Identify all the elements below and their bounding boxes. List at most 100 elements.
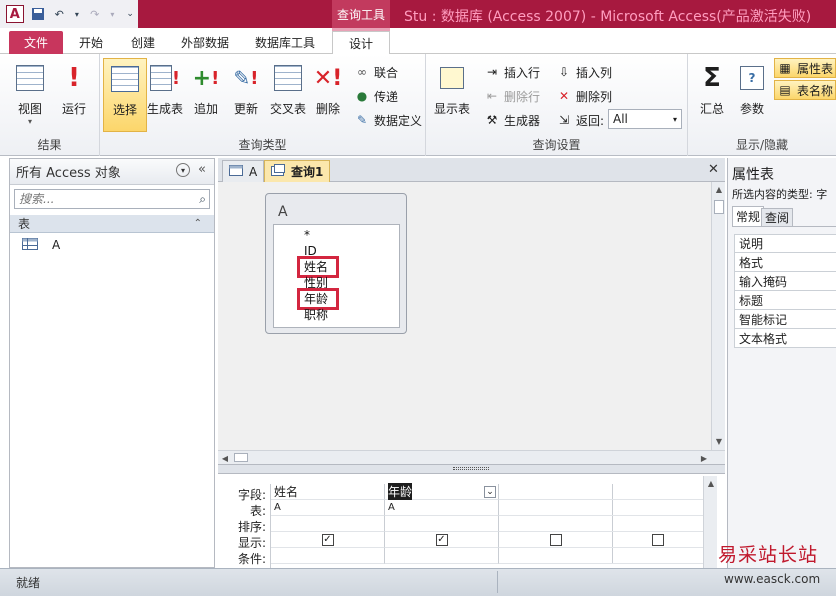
nav-search-input[interactable]: [15, 192, 185, 206]
grid-criteria-cell[interactable]: [499, 548, 613, 564]
grid-vertical-scrollbar[interactable]: ▲: [703, 476, 717, 568]
search-icon[interactable]: ⌕: [199, 192, 206, 207]
update-button[interactable]: ✎! 更新: [228, 58, 264, 132]
scroll-up-icon[interactable]: ▲: [704, 476, 718, 490]
show-checkbox[interactable]: [651, 533, 664, 546]
grid-field-cell[interactable]: 年龄 ⌄: [385, 483, 499, 500]
property-sheet: 属性表 所选内容的类型: 字 常规 查阅 说明 格式 输入掩码 标题 智能标记 …: [727, 158, 836, 568]
nav-pane-header[interactable]: 所有 Access 对象 ▾ «: [10, 159, 214, 185]
show-checkbox[interactable]: [549, 533, 562, 546]
nav-item-table-a[interactable]: A: [10, 235, 214, 255]
tab-create[interactable]: 创建: [122, 31, 164, 54]
select-query-button[interactable]: 选择: [103, 58, 147, 132]
undo-icon[interactable]: ↶: [51, 6, 67, 22]
redo-dropdown-icon[interactable]: ▾: [109, 6, 117, 22]
collapse-group-icon[interactable]: ⌃: [194, 218, 202, 229]
run-button[interactable]: ! 运行: [52, 58, 96, 132]
grid-table-cell[interactable]: [612, 500, 704, 516]
collapse-pane-icon[interactable]: «: [198, 162, 206, 177]
table-field-list-box[interactable]: A * ID 姓名 性别 年龄 职称: [265, 193, 407, 334]
redo-icon[interactable]: ↷: [87, 6, 103, 22]
nav-group-tables[interactable]: 表 ⌃: [10, 215, 214, 233]
run-icon: !: [68, 63, 80, 93]
access-logo-icon[interactable]: A: [6, 5, 24, 23]
totals-button[interactable]: Σ 汇总: [690, 58, 734, 132]
builder-button[interactable]: ⚒ 生成器: [484, 110, 540, 130]
chevron-down-icon[interactable]: ⌄: [484, 485, 496, 498]
grid-field-value: 姓名: [274, 485, 299, 499]
show-checkbox[interactable]: ✓: [435, 533, 448, 546]
grid-criteria-cell[interactable]: [612, 548, 704, 564]
crosstab-button[interactable]: 交叉表: [268, 58, 308, 132]
prop-description[interactable]: 说明: [734, 234, 836, 253]
insert-columns-button[interactable]: ⇩ 插入列: [556, 62, 612, 82]
field-title[interactable]: 职称: [304, 307, 328, 323]
insert-rows-button[interactable]: ⇥ 插入行: [484, 62, 540, 82]
tab-home[interactable]: 开始: [70, 31, 112, 54]
grid-field-cell[interactable]: [499, 484, 613, 500]
grid-field-cell[interactable]: 姓名: [271, 484, 385, 500]
union-button[interactable]: ∞ 联合: [354, 62, 398, 82]
doc-tab-table-a[interactable]: A: [222, 160, 265, 182]
grid-criteria-cell[interactable]: [271, 548, 385, 564]
prop-input-mask[interactable]: 输入掩码: [734, 272, 836, 291]
nav-menu-dropdown-icon[interactable]: ▾: [176, 163, 190, 177]
pass-through-button[interactable]: ● 传递: [354, 86, 398, 106]
grid-sort-cell[interactable]: [499, 516, 613, 532]
field-name[interactable]: 姓名: [296, 256, 340, 278]
tab-external-data[interactable]: 外部数据: [172, 31, 238, 54]
field-age[interactable]: 年龄: [296, 288, 340, 310]
field-id[interactable]: ID: [304, 243, 317, 259]
grid-table-cell[interactable]: A: [271, 500, 385, 516]
make-table-button[interactable]: ! 生成表: [145, 58, 185, 132]
parameters-button[interactable]: ? 参数: [732, 58, 772, 132]
table-names-button[interactable]: ▤ 表名称: [774, 80, 836, 100]
view-icon: [14, 62, 46, 94]
tab-file[interactable]: 文件: [9, 31, 63, 54]
grid-sort-cell[interactable]: [271, 516, 385, 532]
grid-sort-cell[interactable]: [385, 516, 499, 532]
append-button[interactable]: +! 追加: [188, 58, 224, 132]
tab-design[interactable]: 设计: [332, 31, 390, 55]
nav-pane-title: 所有 Access 对象: [16, 166, 121, 181]
tab-database-tools[interactable]: 数据库工具: [248, 31, 322, 54]
grid-field-cell[interactable]: [612, 484, 704, 500]
pane-splitter[interactable]: [218, 464, 725, 474]
vertical-scrollbar[interactable]: ▲ ▼: [711, 182, 725, 450]
prop-tab-general[interactable]: 常规: [732, 206, 765, 226]
scroll-left-icon[interactable]: ◀: [218, 451, 232, 465]
prop-text-format[interactable]: 文本格式: [734, 329, 836, 348]
scroll-thumb[interactable]: [714, 200, 724, 214]
prop-tab-lookup[interactable]: 查阅: [761, 208, 794, 226]
delete-rows-button[interactable]: ⇤ 删除行: [484, 86, 540, 106]
delete-columns-button[interactable]: ✕ 删除列: [556, 86, 612, 106]
property-sheet-button[interactable]: ▦ 属性表: [774, 58, 836, 78]
grid-criteria-cell[interactable]: [385, 548, 499, 564]
union-icon: ∞: [357, 65, 367, 79]
return-dropdown[interactable]: All ▾: [608, 109, 682, 129]
scroll-up-icon[interactable]: ▲: [712, 182, 726, 196]
close-document-icon[interactable]: ✕: [708, 162, 719, 177]
save-icon[interactable]: [30, 6, 46, 22]
horizontal-scrollbar[interactable]: ◀ ▶: [218, 450, 725, 464]
grid-table-cell[interactable]: A: [385, 500, 499, 516]
field-gender[interactable]: 性别: [304, 275, 328, 291]
view-button[interactable]: 视图 ▾: [8, 58, 52, 132]
show-checkbox[interactable]: ✓: [321, 533, 334, 546]
scroll-right-icon[interactable]: ▶: [697, 451, 711, 465]
show-table-button[interactable]: 显示表: [430, 58, 474, 132]
delete-query-button[interactable]: ✕! 删除: [310, 58, 346, 132]
doc-tab-query1[interactable]: 查询1: [264, 160, 331, 182]
splitter-grip-icon: [453, 467, 489, 470]
field-all[interactable]: *: [304, 227, 310, 243]
grid-table-cell[interactable]: [499, 500, 613, 516]
prop-caption[interactable]: 标题: [734, 291, 836, 310]
customize-toolbar-icon[interactable]: ⌄: [122, 6, 138, 22]
hscroll-thumb[interactable]: [234, 453, 248, 462]
prop-format[interactable]: 格式: [734, 253, 836, 272]
grid-sort-cell[interactable]: [612, 516, 704, 532]
undo-dropdown-icon[interactable]: ▾: [73, 6, 81, 22]
prop-smart-tags[interactable]: 智能标记: [734, 310, 836, 329]
scroll-down-icon[interactable]: ▼: [712, 434, 726, 448]
data-definition-button[interactable]: ✎ 数据定义: [354, 110, 422, 130]
